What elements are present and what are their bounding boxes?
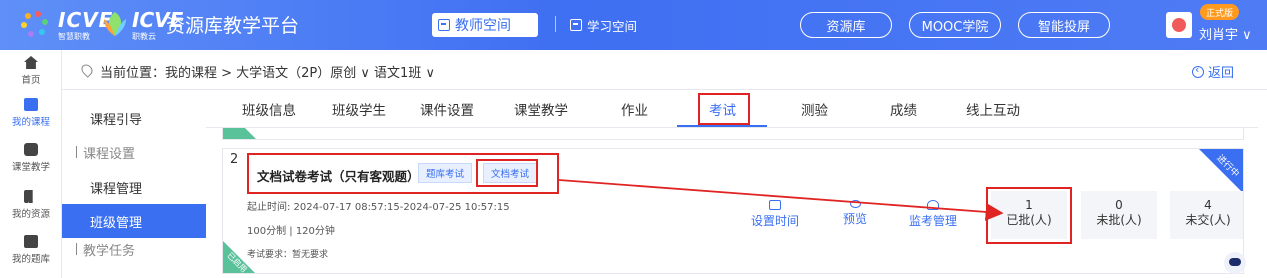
- exam-time-range: 起止时间: 2024-07-17 08:57:15-2024-07-25 10:…: [247, 202, 510, 213]
- logo-zjy-sub: 职教云: [132, 32, 156, 41]
- resource-library-link[interactable]: 资源库: [800, 12, 892, 38]
- sidebar-item-label: 课堂教学: [11, 162, 50, 173]
- book-icon: [24, 98, 38, 111]
- sidebar-item-label: 我的资源: [11, 209, 50, 220]
- exam-card: 进行中 已启用 2 文档试卷考试（只有客观题） 题库考试 文档考试 起止时间: …: [222, 148, 1244, 274]
- menu-course-guide[interactable]: 课程引导: [62, 101, 206, 135]
- question-bank-exam-tag: 题库考试: [418, 163, 473, 183]
- set-time-button[interactable]: 设置时间: [751, 200, 799, 229]
- back-label: 返回: [1208, 66, 1235, 81]
- back-icon: [1192, 63, 1204, 78]
- menu-course-settings[interactable]: 课程设置: [62, 135, 206, 169]
- student-space-icon: [570, 19, 582, 31]
- proctor-label: 监考管理: [909, 214, 958, 228]
- tab-courseware[interactable]: 课件设置: [420, 90, 474, 128]
- document-tag-highlight: [476, 159, 538, 187]
- back-button[interactable]: 返回: [1192, 62, 1234, 81]
- ungraded-count[interactable]: 0 未批(人): [1081, 191, 1157, 239]
- platform-title: 资源库教学平台: [166, 15, 300, 37]
- sidebar-item-label: 我的课程: [11, 117, 50, 128]
- class-tabs: 班级信息 班级学生 课件设置 课堂教学 作业 考试 测验 成绩 线上互动: [206, 90, 1258, 128]
- tab-class-info[interactable]: 班级信息: [242, 90, 296, 128]
- menu-course-management[interactable]: 课程管理: [62, 170, 206, 204]
- tab-homework[interactable]: 作业: [621, 90, 648, 128]
- user-avatar[interactable]: [1166, 12, 1192, 38]
- home-icon: [24, 56, 38, 69]
- enabled-ribbon: [223, 128, 257, 139]
- space-divider: [555, 16, 556, 32]
- secondary-menu: 课程引导 课程设置 课程管理 班级管理 教学任务: [62, 90, 206, 278]
- teacher-space-label: 教师空间: [455, 18, 511, 34]
- teacher-space-icon: [438, 19, 450, 31]
- graded-highlight: [986, 187, 1072, 244]
- not-submitted-label: 未交(人): [1185, 213, 1231, 227]
- sidebar-item-label: 我的题库: [11, 254, 50, 265]
- mooc-link[interactable]: MOOC学院: [909, 12, 1001, 38]
- library-icon: [24, 190, 33, 203]
- exam-tab-highlight: [698, 93, 750, 125]
- official-version-badge: 正式版: [1200, 4, 1240, 20]
- sidebar-item-label: 首页: [21, 75, 41, 86]
- ungraded-label: 未批(人): [1096, 213, 1142, 227]
- teacher-space-tab[interactable]: 教师空间: [432, 13, 538, 37]
- sidebar-item-question-bank[interactable]: 我的题库: [0, 235, 62, 265]
- icve-logo-icon: [21, 11, 48, 37]
- preview-button[interactable]: 预览: [843, 200, 867, 227]
- previous-exam-card: [222, 128, 1244, 140]
- tab-grades[interactable]: 成绩: [890, 90, 917, 128]
- active-tab-underline: [677, 125, 767, 127]
- sidebar-item-my-resources[interactable]: 我的资源: [0, 190, 62, 220]
- assistant-bot-icon[interactable]: [1224, 252, 1246, 274]
- sidebar-item-classroom[interactable]: 课堂教学: [0, 143, 62, 173]
- location-icon: [79, 62, 95, 78]
- play-icon: [24, 143, 38, 156]
- eye-icon: [849, 200, 861, 208]
- left-sidebar: 首页 我的课程 课堂教学 我的资源 我的题库: [0, 50, 62, 278]
- not-submitted-value: 4: [1204, 198, 1212, 212]
- student-space-label: 学习空间: [587, 18, 638, 34]
- zjy-logo-icon: [104, 12, 126, 36]
- main-content: 班级信息 班级学生 课件设置 课堂教学 作业 考试 测验 成绩 线上互动 进行中…: [206, 90, 1267, 278]
- upload-icon: [769, 200, 781, 210]
- exam-score-duration: 100分制 | 120分钟: [247, 226, 335, 237]
- student-space-tab[interactable]: 学习空间: [570, 13, 637, 37]
- tab-class-students[interactable]: 班级学生: [332, 90, 386, 128]
- smart-cast-link[interactable]: 智能投屏: [1018, 12, 1110, 38]
- breadcrumb-bar: 当前位置：我的课程 > 大学语文（2P）原创 ∨ 语文1班 ∨ 返回: [62, 50, 1267, 90]
- preview-label: 预览: [843, 212, 868, 226]
- question-bank-icon: [24, 235, 38, 248]
- user-name-dropdown[interactable]: 刘肖宇 ∨: [1199, 24, 1252, 43]
- tab-online-interaction[interactable]: 线上互动: [966, 90, 1020, 128]
- top-header: ICVE 智慧职教 ICVE 职教云 资源库教学平台 教师空间 学习空间 资源库…: [0, 0, 1267, 50]
- sidebar-item-home[interactable]: 首页: [0, 56, 62, 86]
- exam-requirement: 考试要求：暂无要求: [247, 250, 329, 260]
- sidebar-item-my-courses[interactable]: 我的课程: [0, 98, 62, 128]
- exam-title[interactable]: 文档试卷考试（只有客观题）: [257, 166, 420, 185]
- not-submitted-count[interactable]: 4 未交(人): [1170, 191, 1243, 239]
- proctor-icon: [927, 200, 939, 210]
- tab-classroom[interactable]: 课堂教学: [514, 90, 568, 128]
- logo-icve-sub: 智慧职教: [58, 32, 90, 41]
- ungraded-value: 0: [1115, 198, 1123, 212]
- tab-quiz[interactable]: 测验: [801, 90, 828, 128]
- set-time-label: 设置时间: [751, 214, 800, 228]
- proctor-management-button[interactable]: 监考管理: [909, 200, 957, 229]
- breadcrumb[interactable]: 当前位置：我的课程 > 大学语文（2P）原创 ∨ 语文1班 ∨: [100, 62, 435, 81]
- menu-teaching-tasks[interactable]: 教学任务: [62, 232, 206, 266]
- exam-index: 2: [230, 152, 239, 167]
